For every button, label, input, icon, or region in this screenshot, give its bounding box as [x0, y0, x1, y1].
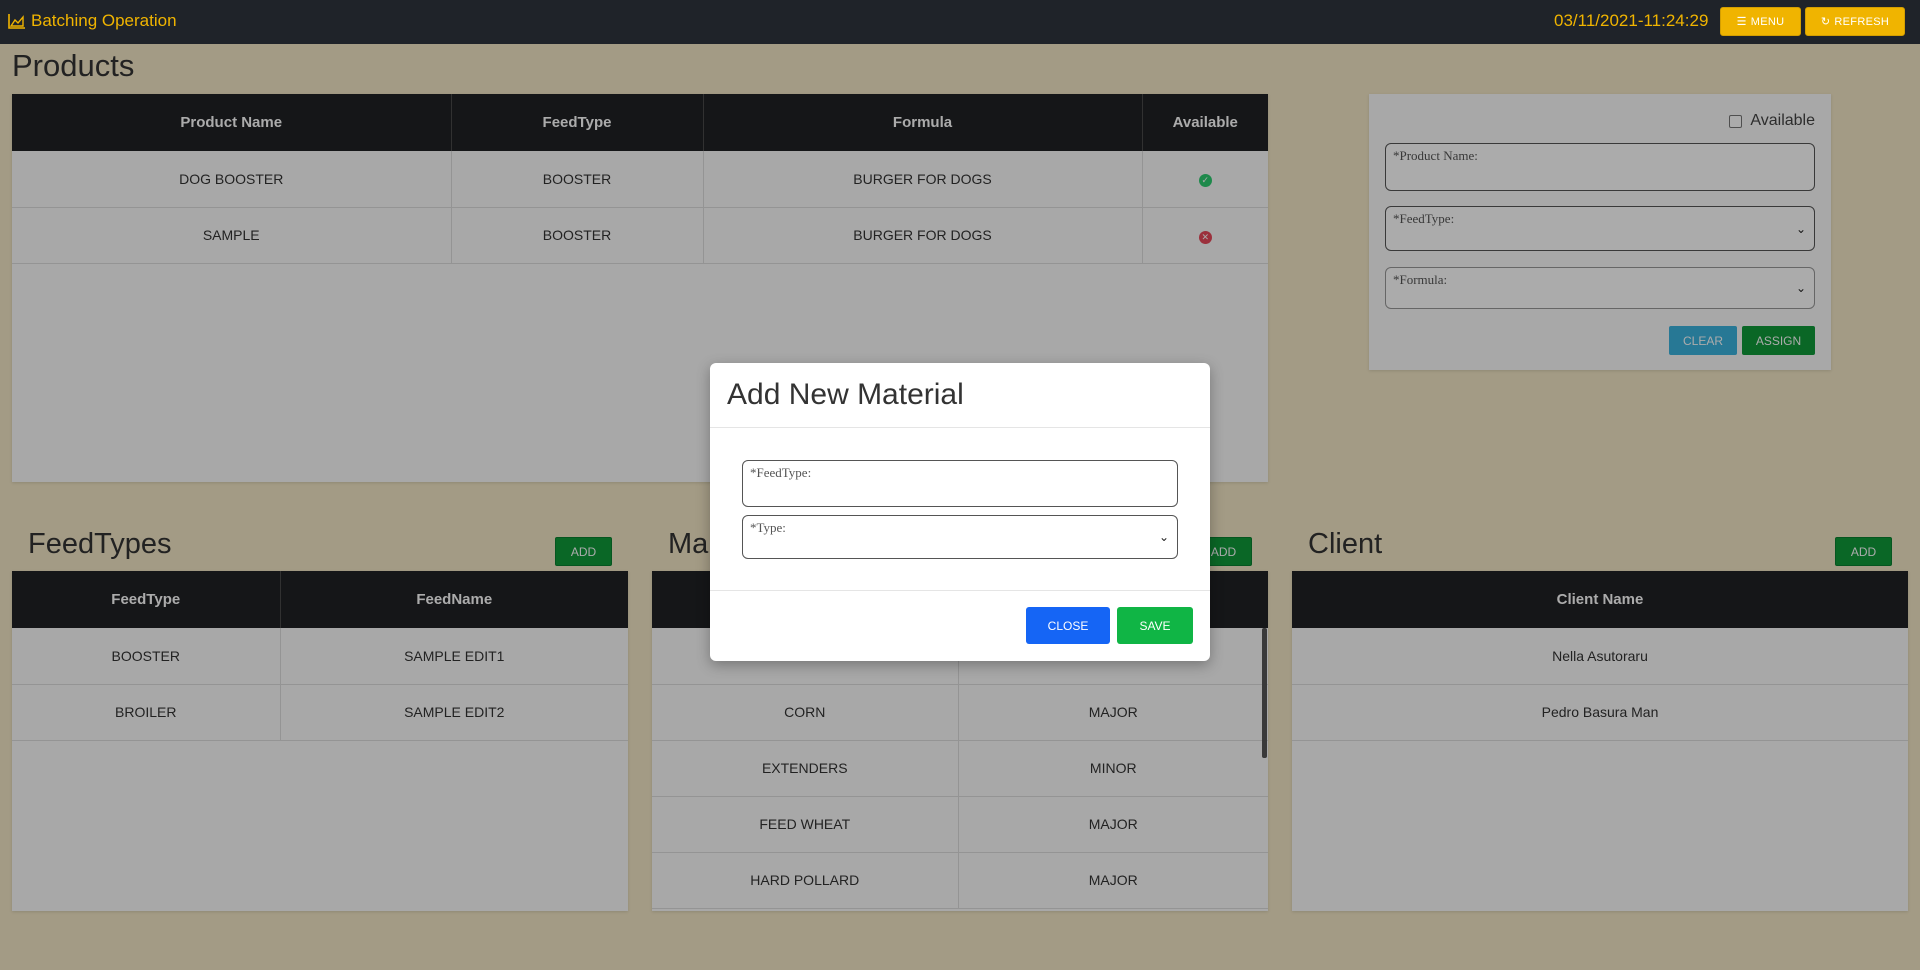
modal-footer: CLOSE SAVE: [710, 590, 1210, 661]
add-material-modal: Add New Material *FeedType: *Type: ⌄ CLO…: [710, 363, 1210, 661]
app-title: Batching Operation: [8, 11, 177, 31]
menu-button[interactable]: ☰ MENU: [1720, 7, 1801, 36]
chevron-down-icon: ⌄: [1158, 530, 1169, 544]
layers-icon: ☰: [1736, 16, 1747, 28]
modal-title: Add New Material: [710, 363, 1210, 428]
save-button[interactable]: SAVE: [1117, 607, 1193, 644]
refresh-button[interactable]: ↻ REFRESH: [1805, 7, 1905, 36]
menu-button-label: MENU: [1750, 15, 1785, 28]
refresh-button-label: REFRESH: [1834, 15, 1890, 28]
top-bar: Batching Operation 03/11/2021-11:24:29 ☰…: [0, 0, 1920, 44]
area-chart-icon: [8, 14, 25, 29]
modal-feedtype-input[interactable]: *FeedType:: [742, 460, 1178, 507]
modal-feedtype-label: *FeedType:: [750, 465, 812, 480]
close-button[interactable]: CLOSE: [1026, 607, 1110, 644]
modal-type-select[interactable]: *Type: ⌄: [742, 515, 1178, 559]
app-title-text: Batching Operation: [31, 11, 177, 30]
refresh-icon: ↻: [1820, 16, 1831, 28]
modal-type-label: *Type:: [750, 520, 786, 535]
datetime-display: 03/11/2021-11:24:29: [1554, 11, 1709, 30]
